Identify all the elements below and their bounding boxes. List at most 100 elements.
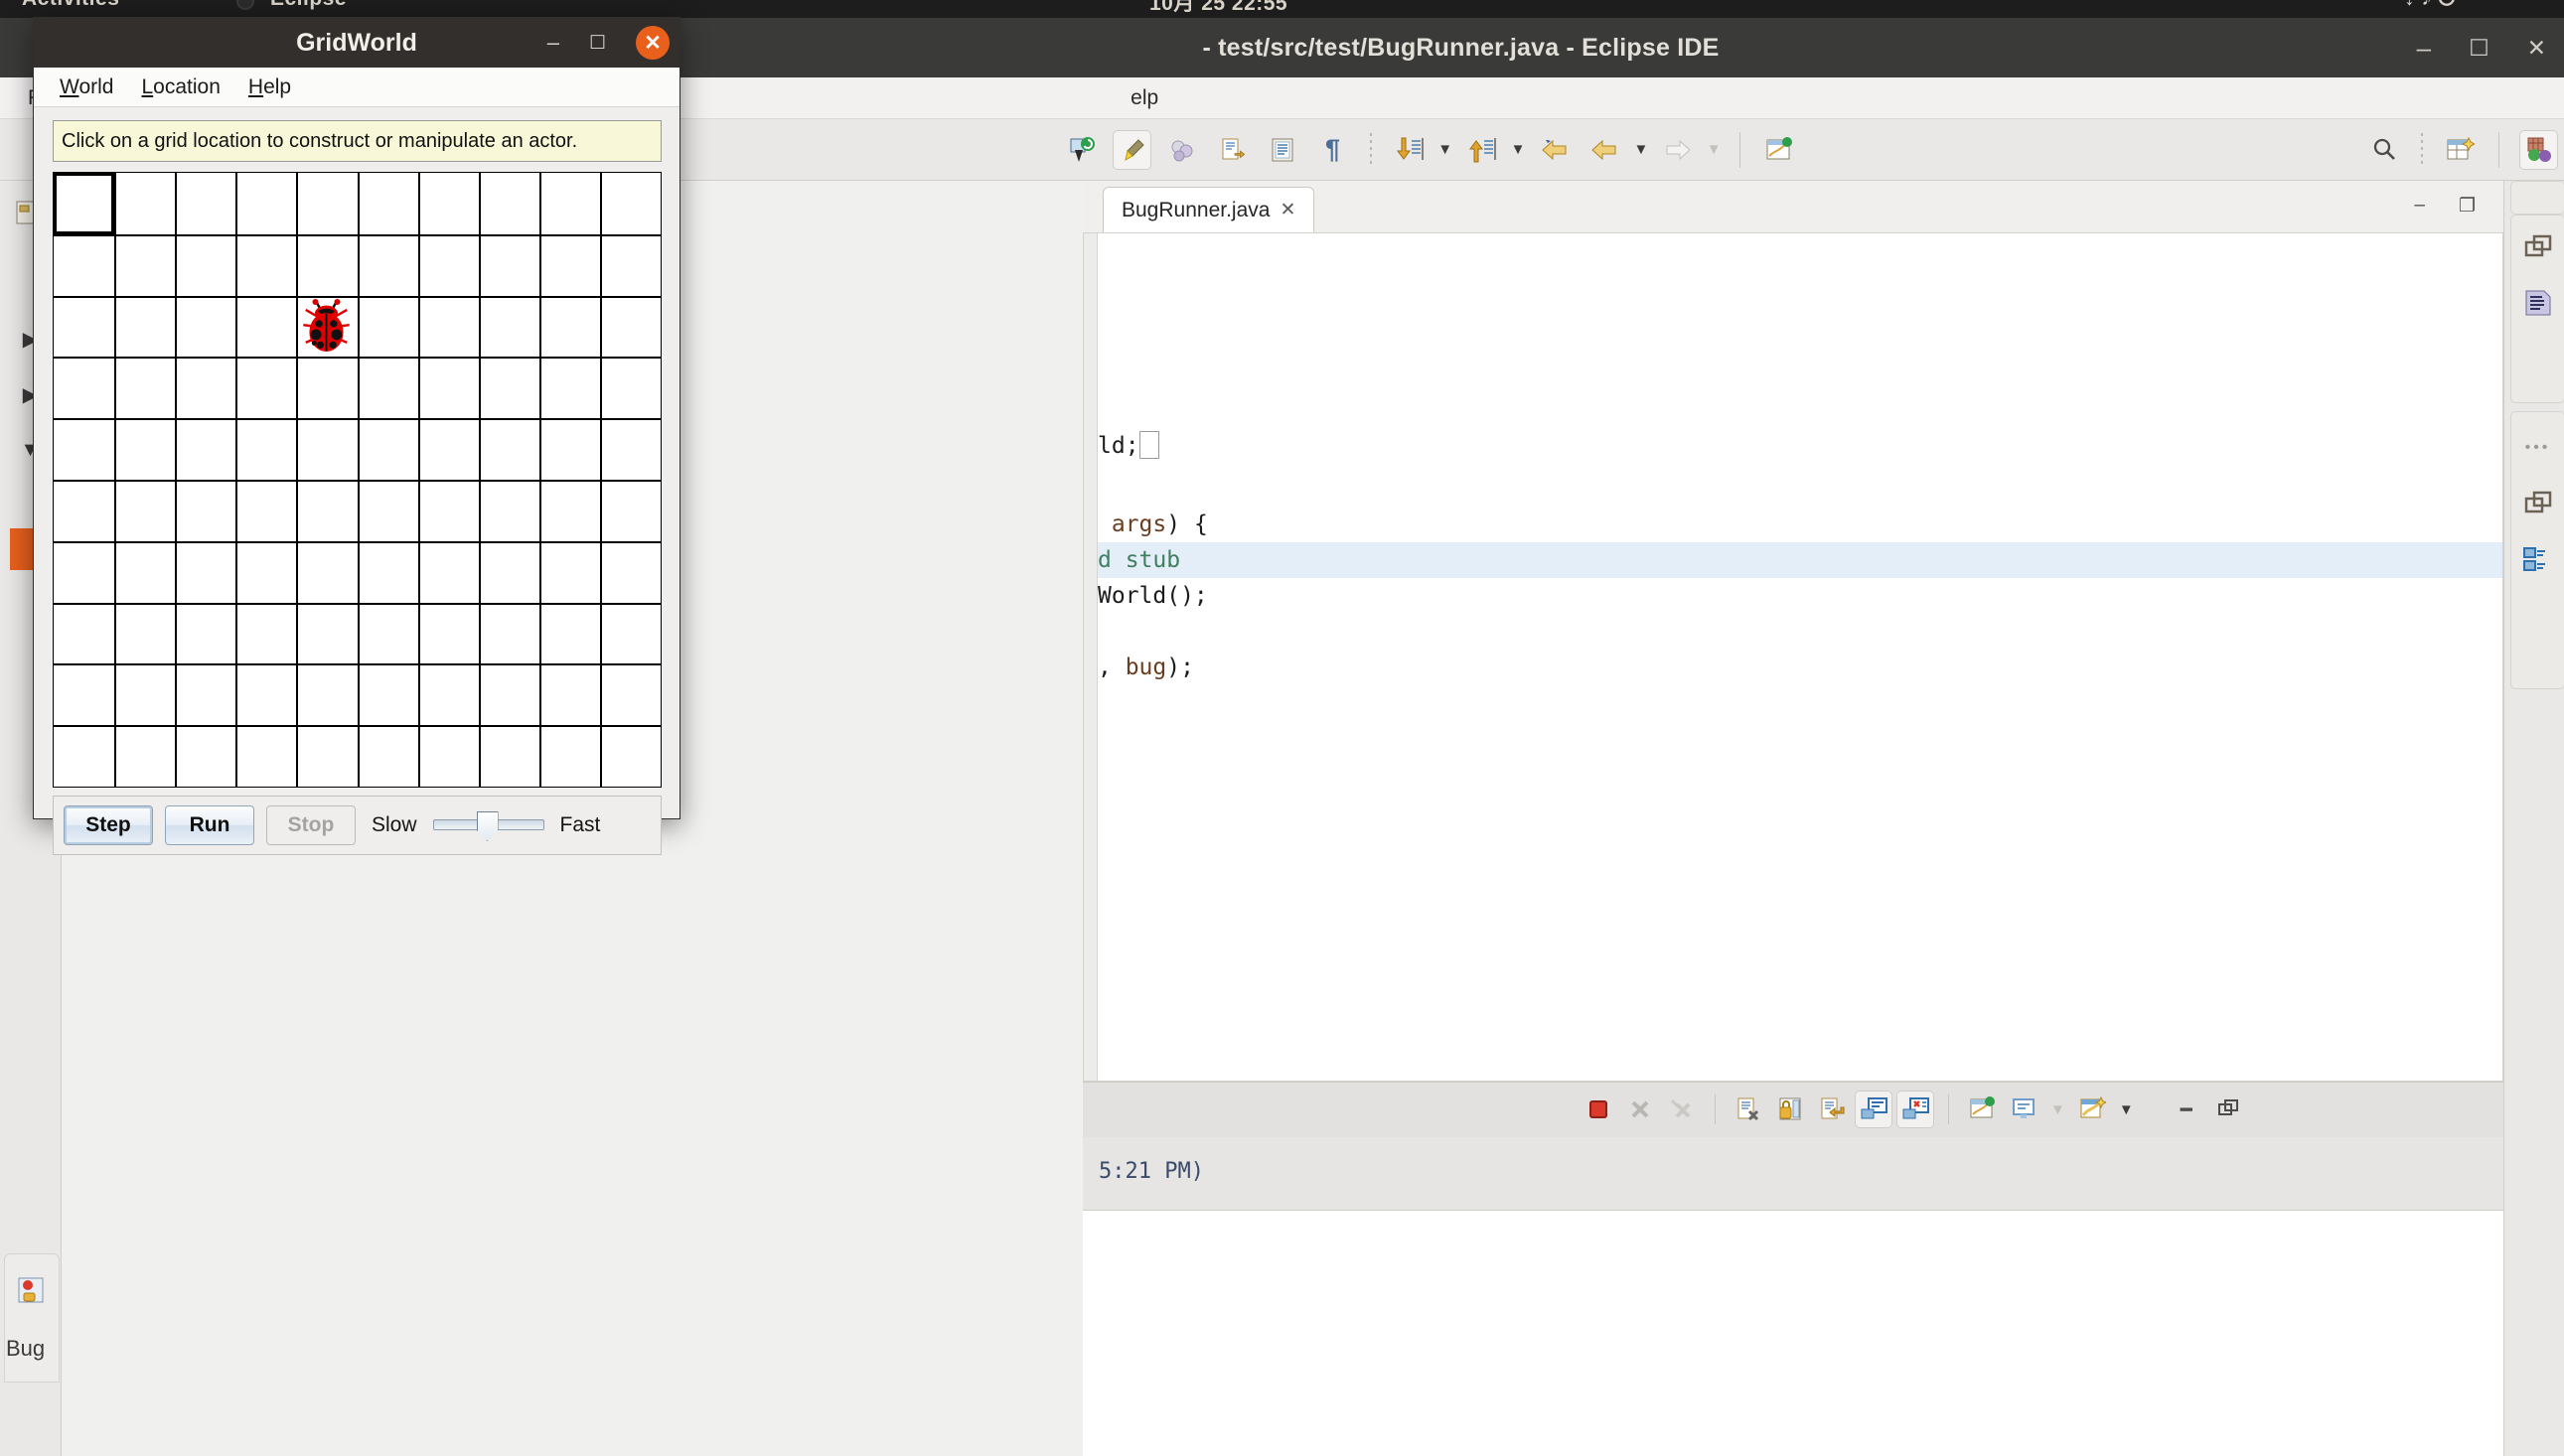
back-icon[interactable] [1535, 130, 1574, 170]
search-icon[interactable] [2364, 130, 2403, 170]
step-button[interactable]: Step [64, 805, 153, 845]
gridworld-close-button[interactable]: ✕ [636, 26, 670, 60]
outline-view-icon[interactable] [2514, 279, 2562, 327]
bug-view-label: Bug [6, 1336, 46, 1361]
speed-slider-thumb[interactable] [476, 811, 499, 841]
gridworld-maximize-button[interactable]: ☐ [589, 32, 606, 55]
gridworld-controls: Step Run Stop Slow Fast [53, 796, 662, 855]
right-rail-group-1 [2510, 215, 2564, 403]
menu-help[interactable]: Help [234, 75, 305, 99]
lock-scroll-icon[interactable] [1771, 1091, 1809, 1128]
code-text: args) { [1111, 511, 1208, 537]
gridworld-grid[interactable] [53, 172, 662, 788]
forward-dropdown-icon[interactable]: ▼ [1707, 141, 1722, 158]
pin-console-icon[interactable] [1896, 1091, 1934, 1128]
menu-help[interactable]: elp [1117, 86, 1172, 110]
gridworld-window: GridWorld – ☐ ✕ World Location Help Clic… [33, 17, 680, 855]
menu-world-rest: orld [78, 74, 114, 98]
new-console-view-icon[interactable] [2073, 1091, 2111, 1128]
clock[interactable]: 10月 25 22:55 [1149, 0, 1287, 17]
remove-launch-icon[interactable] [1621, 1091, 1659, 1128]
editor-minimize-button[interactable]: – [2414, 195, 2425, 218]
word-wrap-icon[interactable] [1813, 1091, 1851, 1128]
tab-bugrunner-java[interactable]: BugRunner.java ✕ [1103, 187, 1315, 232]
next-annotation-icon[interactable] [1390, 130, 1429, 170]
eclipse-minimize-button[interactable]: – [2417, 35, 2431, 61]
menu-world[interactable]: World [46, 75, 127, 99]
back-history-icon[interactable] [1585, 130, 1624, 170]
new-wizard-icon[interactable] [1063, 130, 1102, 170]
debug-icon[interactable] [1163, 130, 1202, 170]
grid-lines [54, 173, 661, 787]
new-console-dropdown-icon[interactable]: ▼ [2119, 1101, 2134, 1118]
code-text: d stub [1098, 547, 1181, 573]
minimize-icon[interactable]: ━ [2168, 1091, 2205, 1128]
code-editor[interactable]: ld; args) {d stub World(); , bug); [1083, 232, 2503, 1082]
grid-line-horizontal [54, 357, 661, 359]
pilcrow-icon[interactable]: ¶ [1313, 130, 1352, 170]
toolbar-separator [1369, 132, 1372, 167]
run-button[interactable]: Run [165, 805, 254, 845]
active-app-name[interactable]: Eclipse [270, 0, 347, 11]
previous-annotation-dropdown-icon[interactable]: ▼ [1511, 141, 1526, 158]
next-annotation-dropdown-icon[interactable]: ▼ [1437, 141, 1452, 158]
console-scroll-area[interactable] [1083, 1210, 2564, 1456]
eclipse-maximize-button[interactable]: ☐ [2469, 36, 2489, 60]
console-dropdown-icon[interactable]: ▼ [2050, 1101, 2065, 1118]
bug-view-tab[interactable] [4, 1253, 60, 1383]
whitespace-marker-icon [1138, 431, 1159, 459]
system-tray[interactable]: ↓ ♪ ⏻ [2404, 0, 2456, 11]
speed-slider[interactable] [432, 807, 544, 843]
gridworld-minimize-button[interactable]: – [547, 30, 559, 56]
right-rail-group-2: ••• [2510, 411, 2564, 689]
task-list-icon[interactable] [2514, 535, 2562, 583]
close-icon[interactable]: ✕ [1280, 199, 1295, 221]
terminate-icon[interactable] [1580, 1091, 1617, 1128]
eclipse-close-button[interactable]: ✕ [2527, 36, 2546, 60]
display-selected-console-icon[interactable] [2005, 1091, 2042, 1128]
os-top-panel: Activities Eclipse 10月 25 22:55 ↓ ♪ ⏻ [0, 0, 2564, 18]
grid-line-horizontal [54, 541, 661, 543]
bug-view-icon [9, 1268, 55, 1314]
brush-icon[interactable] [1113, 129, 1151, 170]
ladybug-icon[interactable] [296, 296, 357, 358]
screen-root: Activities Eclipse 10月 25 22:55 ↓ ♪ ⏻ - … [0, 0, 2564, 1456]
code-content[interactable]: ld; args) {d stub World(); , bug); [1098, 233, 2502, 1081]
grid-line-horizontal [54, 663, 661, 665]
grid-line-horizontal [54, 603, 661, 605]
console-divider-2 [1948, 1094, 1949, 1124]
grid-line-horizontal [54, 725, 661, 727]
editor-tabstrip: BugRunner.java ✕ – ❐ [1083, 181, 2503, 232]
editor-maximize-button[interactable]: ❐ [2459, 195, 2476, 218]
menu-location[interactable]: Location [127, 75, 233, 99]
eclipse-window-title: - test/src/test/BugRunner.java - Eclipse… [1202, 33, 1720, 62]
forward-icon[interactable] [1658, 130, 1697, 170]
gridworld-window-controls: – ☐ ✕ [547, 18, 670, 68]
new-perspective-icon[interactable] [2441, 130, 2480, 170]
rail-dots-icon: ••• [2524, 439, 2551, 456]
code-text: World(); [1098, 583, 1208, 609]
console-toolbar: ▼ ▼ ━ [1580, 1082, 2247, 1137]
right-rail-top-strip [2510, 181, 2564, 215]
speed-fast-label: Fast [559, 813, 601, 836]
grid-line-horizontal [54, 296, 661, 298]
restore-view-2-icon[interactable] [2514, 480, 2562, 527]
new-window-icon[interactable] [1760, 130, 1799, 170]
gridworld-titlebar: GridWorld – ☐ ✕ [34, 18, 679, 68]
java-perspective-icon[interactable] [2519, 129, 2558, 170]
remove-all-launches-icon[interactable] [1663, 1091, 1701, 1128]
open-type-icon[interactable] [1264, 130, 1302, 170]
open-console-icon[interactable] [1963, 1091, 2001, 1128]
clear-console-icon[interactable] [1730, 1091, 1767, 1128]
save-icon[interactable] [1213, 130, 1252, 170]
restore-view-icon[interactable] [2514, 223, 2562, 271]
activities-button[interactable]: Activities [22, 0, 119, 11]
code-line: ld; [1098, 428, 1159, 464]
previous-annotation-icon[interactable] [1462, 130, 1501, 170]
menu-help-mnemonic: H [247, 74, 264, 98]
maximize-icon[interactable] [2209, 1091, 2247, 1128]
back-dropdown-icon[interactable]: ▼ [1633, 141, 1648, 158]
show-console-icon[interactable] [1855, 1091, 1892, 1128]
stop-button[interactable]: Stop [266, 805, 356, 845]
grid-cell-selected[interactable] [54, 173, 114, 234]
